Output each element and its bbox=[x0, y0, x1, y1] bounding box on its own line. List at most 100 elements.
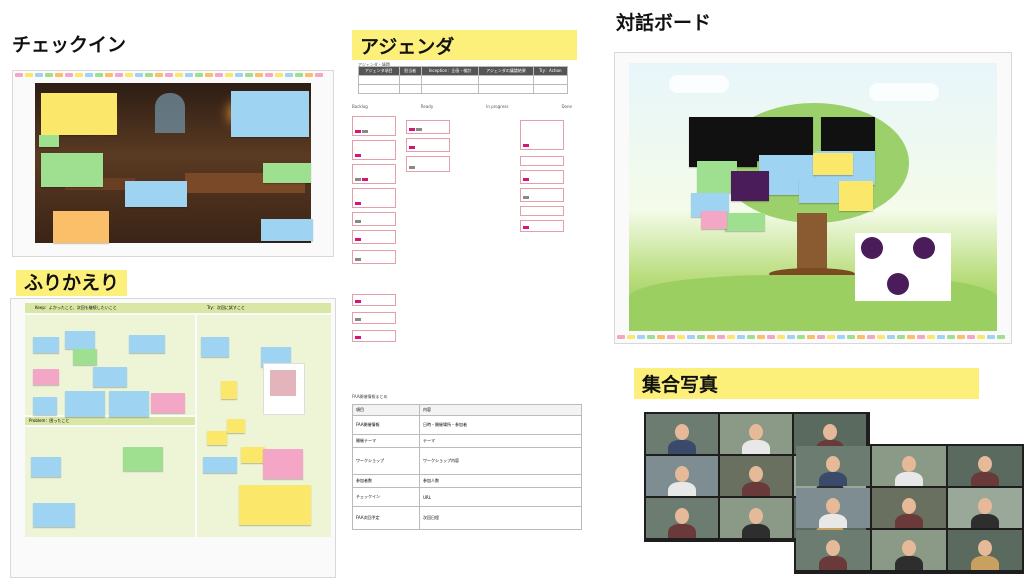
kanban-card[interactable] bbox=[520, 206, 564, 216]
border-chip bbox=[175, 73, 183, 77]
sticky-note[interactable] bbox=[73, 349, 97, 365]
sticky-note[interactable] bbox=[227, 419, 245, 433]
participant-face bbox=[675, 466, 689, 482]
try-column-label: Try：次回に試すこと bbox=[207, 305, 245, 310]
sticky-note[interactable] bbox=[125, 181, 187, 207]
kanban-card[interactable] bbox=[352, 140, 396, 160]
sticky-note[interactable] bbox=[39, 135, 59, 147]
furikaeri-board[interactable]: Keep：よかったこと、次回も継続したいこと Try：次回に試すこと Probl… bbox=[10, 298, 336, 578]
sticky-note[interactable] bbox=[41, 153, 103, 187]
kanban-card[interactable] bbox=[352, 212, 396, 226]
kanban-card[interactable] bbox=[520, 170, 564, 184]
border-chip bbox=[295, 73, 303, 77]
sticky-note[interactable] bbox=[207, 431, 227, 445]
border-chip bbox=[957, 335, 965, 339]
sticky-note[interactable] bbox=[725, 213, 765, 231]
border-chip bbox=[707, 335, 715, 339]
sticky-note[interactable] bbox=[221, 381, 237, 399]
diagram-circle bbox=[861, 237, 883, 259]
sticky-note[interactable] bbox=[263, 163, 311, 183]
participant-face bbox=[902, 456, 916, 472]
sticky-note[interactable] bbox=[33, 369, 59, 385]
kanban-card[interactable] bbox=[352, 116, 396, 136]
kanban-card[interactable] bbox=[406, 138, 450, 152]
sticky-note[interactable] bbox=[151, 393, 185, 413]
diagram-circle bbox=[913, 237, 935, 259]
participant-face bbox=[823, 424, 837, 440]
border-chip bbox=[235, 73, 243, 77]
checkin-board[interactable] bbox=[12, 70, 334, 257]
sticky-note[interactable] bbox=[261, 219, 313, 241]
agenda-td bbox=[478, 84, 534, 94]
participant-body bbox=[895, 556, 923, 570]
sticky-note[interactable] bbox=[203, 457, 237, 473]
kanban-card[interactable] bbox=[352, 230, 396, 244]
kanban-card[interactable] bbox=[520, 156, 564, 166]
sticky-note[interactable] bbox=[109, 391, 149, 417]
participant-body bbox=[742, 482, 770, 496]
sticky-note[interactable] bbox=[821, 117, 875, 153]
sticky-note[interactable] bbox=[33, 503, 75, 527]
sticky-note[interactable] bbox=[263, 449, 303, 479]
kanban-card[interactable] bbox=[352, 188, 396, 208]
sticky-note[interactable] bbox=[201, 337, 229, 357]
agenda-heading: アジェンダ bbox=[352, 30, 577, 61]
border-chip bbox=[867, 335, 875, 339]
sticky-note[interactable] bbox=[231, 91, 309, 137]
sticky-note[interactable] bbox=[33, 337, 59, 353]
sticky-note[interactable] bbox=[123, 447, 163, 471]
border-chip bbox=[797, 335, 805, 339]
keep-column-label: Keep：よかったこと、次回も継続したいこと bbox=[35, 305, 117, 310]
border-chip bbox=[285, 73, 293, 77]
agenda-board[interactable]: アジェンダ・議題 アジェンダ項目 担当者 Inception：企画・検討 アジェ… bbox=[344, 60, 584, 356]
sticky-note[interactable] bbox=[31, 457, 61, 477]
kanban-card[interactable] bbox=[520, 220, 564, 232]
border-chip bbox=[657, 335, 665, 339]
border-chip bbox=[245, 73, 253, 77]
border-chip bbox=[777, 335, 785, 339]
sticky-note[interactable] bbox=[239, 485, 311, 525]
info-cell: 次回日程 bbox=[419, 506, 582, 530]
sticky-note[interactable] bbox=[41, 93, 117, 135]
sticky-note[interactable] bbox=[731, 171, 769, 201]
sticky-note[interactable] bbox=[689, 117, 757, 167]
kanban-col-inprogress: In progress bbox=[486, 104, 509, 109]
border-chip bbox=[747, 335, 755, 339]
border-chip bbox=[827, 335, 835, 339]
sticky-note[interactable] bbox=[93, 367, 127, 387]
info-table-title: FAA開催情報まとめ bbox=[352, 394, 388, 399]
sticky-note[interactable] bbox=[53, 211, 109, 243]
sticky-note[interactable] bbox=[701, 211, 727, 229]
kanban-card[interactable] bbox=[406, 120, 450, 134]
agenda-th: Inception：企画・検討 bbox=[420, 66, 480, 76]
sticky-note[interactable] bbox=[33, 397, 57, 415]
sticky-note[interactable] bbox=[129, 335, 165, 353]
participant-body bbox=[819, 472, 847, 486]
taiwa-border-bottom bbox=[617, 335, 1005, 339]
taiwa-board[interactable] bbox=[614, 52, 1012, 344]
agenda-th: 担当者 bbox=[398, 66, 422, 76]
border-chip bbox=[997, 335, 1005, 339]
border-chip bbox=[75, 73, 83, 77]
border-chip bbox=[105, 73, 113, 77]
participant-body bbox=[668, 524, 696, 538]
kanban-card[interactable] bbox=[352, 164, 396, 184]
kanban-card[interactable] bbox=[352, 250, 396, 264]
sticky-note[interactable] bbox=[839, 181, 873, 211]
sticky-note[interactable] bbox=[241, 447, 265, 463]
agenda-th: Try：Action bbox=[532, 66, 569, 76]
sticky-note[interactable] bbox=[65, 391, 105, 417]
sticky-note[interactable] bbox=[65, 331, 95, 349]
sticky-note[interactable] bbox=[813, 153, 853, 175]
border-chip bbox=[135, 73, 143, 77]
kanban-card[interactable] bbox=[520, 120, 564, 150]
participant-face bbox=[902, 498, 916, 514]
agenda-td bbox=[478, 75, 534, 85]
kanban-card[interactable] bbox=[352, 294, 396, 306]
kanban-card[interactable] bbox=[352, 312, 396, 324]
kanban-card[interactable] bbox=[352, 330, 396, 342]
kanban-card[interactable] bbox=[520, 188, 564, 202]
border-chip bbox=[115, 73, 123, 77]
kanban-card[interactable] bbox=[406, 156, 450, 172]
border-chip bbox=[265, 73, 273, 77]
